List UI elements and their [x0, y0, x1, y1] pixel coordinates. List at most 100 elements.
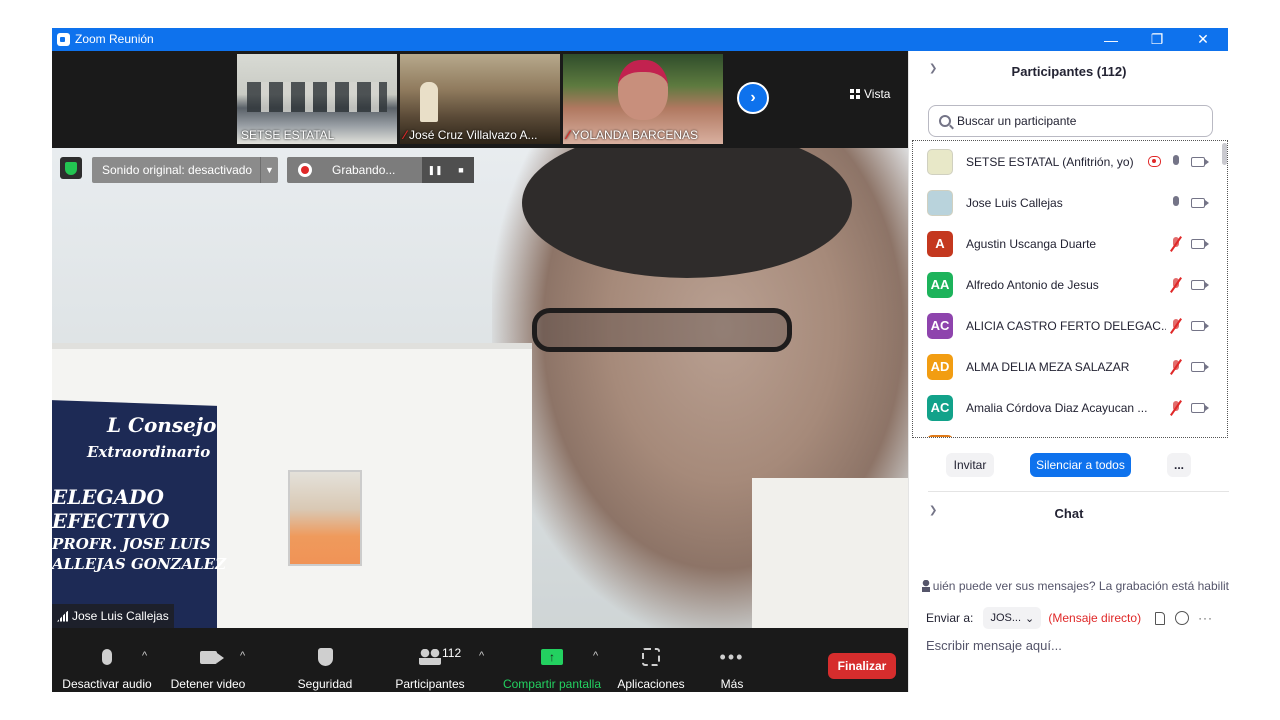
thumbnail-name: SETSE ESTATAL — [241, 128, 335, 142]
more-options-button[interactable]: ... — [1167, 453, 1191, 477]
chat-title: Chat — [1054, 505, 1084, 521]
participants-icon — [419, 649, 441, 665]
participant-search[interactable] — [928, 105, 1213, 137]
invite-button[interactable]: Invitar — [946, 453, 994, 477]
video-thumbnail[interactable]: SETSE ESTATAL — [237, 54, 397, 144]
participant-row[interactable]: A Agustin Uscanga Duarte — [913, 223, 1223, 264]
signal-strength-icon — [57, 610, 68, 622]
chevron-down-icon[interactable]: ❯ — [929, 505, 937, 516]
participant-row[interactable]: AA Alfredo Antonio de Jesus — [913, 264, 1223, 305]
share-screen-icon: ↑ — [541, 649, 563, 665]
close-button[interactable]: ✕ — [1180, 28, 1226, 51]
muted-mic-icon — [1171, 359, 1181, 374]
thumbnail-name: YOLANDA BARCENAS — [572, 128, 699, 142]
mute-audio-button[interactable]: Desactivar audio — [62, 628, 152, 692]
encryption-shield-icon[interactable] — [60, 157, 82, 179]
card-line: L Consejo — [107, 413, 217, 437]
audio-options-chevron-up-icon[interactable]: ^ — [142, 650, 147, 662]
title-bar: Zoom Reunión — ❐ ✕ — [52, 28, 1228, 51]
recipient-select[interactable]: JOS... ⌄ — [983, 607, 1042, 629]
zoom-app-icon — [57, 33, 70, 46]
participant-row[interactable]: AD ALMA DELIA MEZA SALAZAR — [913, 346, 1223, 387]
participants-options-chevron-up-icon[interactable]: ^ — [479, 650, 484, 662]
grid-icon — [850, 89, 860, 99]
send-to-row: Enviar a: JOS... ⌄ (Mensaje directo) ··· — [926, 607, 1226, 629]
participant-row[interactable]: AC ALICIA CASTRO FERTO DELEGAC... — [913, 305, 1223, 346]
microphone-icon — [1171, 195, 1181, 210]
share-screen-button[interactable]: ↑ Compartir pantalla — [500, 628, 604, 692]
next-page-button[interactable]: › — [737, 82, 769, 114]
participant-row[interactable]: SETSE ESTATAL (Anfitrión, yo) — [913, 141, 1223, 182]
participant-name: Amalia Córdova Diaz Acayucan ... — [966, 400, 1148, 415]
video-camera-icon — [1191, 402, 1209, 413]
divider — [928, 491, 1229, 492]
avatar: AA — [927, 271, 953, 298]
view-button[interactable]: Vista — [850, 87, 890, 101]
stop-video-button[interactable]: Detener video — [170, 628, 246, 692]
chat-header: ❯ Chat — [909, 493, 1229, 533]
video-options-chevron-up-icon[interactable]: ^ — [240, 650, 245, 662]
view-label: Vista — [864, 87, 891, 101]
video-thumbnail[interactable]: ⁄ YOLANDA BARCENAS — [563, 54, 723, 144]
thumbnail-strip: SETSE ESTATAL ⁄ José Cruz Villalvazo A...… — [52, 51, 908, 148]
chevron-down-icon: ⌄ — [1025, 612, 1035, 625]
security-button[interactable]: Seguridad — [295, 628, 355, 692]
apps-icon — [642, 648, 660, 666]
video-camera-icon — [1191, 361, 1209, 372]
avatar — [927, 189, 953, 216]
video-camera-icon — [1191, 238, 1209, 249]
video-area: SETSE ESTATAL ⁄ José Cruz Villalvazo A...… — [52, 51, 908, 628]
participants-button[interactable]: 112 Participantes — [392, 628, 468, 692]
apps-button[interactable]: Aplicaciones — [615, 628, 687, 692]
muted-mic-icon — [1171, 400, 1181, 415]
video-person-shirt — [752, 478, 908, 628]
card-line: ALLEJAS GONZALEZ — [52, 555, 227, 573]
participant-search-input[interactable] — [957, 114, 1207, 128]
stop-video-label: Detener video — [170, 677, 246, 691]
mute-all-button[interactable]: Silenciar a todos — [1030, 453, 1131, 477]
emoji-icon[interactable] — [1175, 611, 1190, 625]
muted-mic-icon — [1171, 236, 1181, 251]
participants-label: Participantes — [395, 677, 465, 691]
participants-title: Participantes (112) — [1011, 63, 1127, 79]
chat-message-input[interactable] — [926, 635, 1216, 655]
chat-visibility-notice[interactable]: uién puede ver sus mensajes? La grabació… — [921, 579, 1229, 593]
file-icon[interactable] — [1155, 611, 1166, 625]
restore-button[interactable]: ❐ — [1134, 28, 1180, 51]
avatar: AD — [927, 353, 953, 380]
meeting-toolbar: Desactivar audio ^ Detener video ^ Segur… — [52, 628, 908, 692]
participant-name: Alfredo Antonio de Jesus — [966, 277, 1099, 292]
original-sound-toggle[interactable]: Sonido original: desactivado ▼ — [92, 157, 278, 183]
video-camera-icon — [1191, 279, 1209, 290]
pause-recording-button[interactable]: ❚❚ — [422, 157, 448, 183]
participant-name: SETSE ESTATAL (Anfitrión, yo) — [966, 154, 1134, 169]
chevron-down-icon[interactable]: ❯ — [929, 63, 937, 74]
minimize-button[interactable]: — — [1088, 28, 1134, 51]
video-thumbnail[interactable]: ⁄ José Cruz Villalvazo A... — [400, 54, 560, 144]
more-dots-icon: ••• — [719, 647, 745, 667]
more-dots-icon[interactable]: ··· — [1198, 611, 1213, 625]
participant-name: Agustin Uscanga Duarte — [966, 236, 1097, 251]
muted-mic-icon — [1171, 277, 1181, 292]
speaker-name-label: Jose Luis Callejas — [52, 604, 174, 628]
participant-row[interactable]: AC Amalia Córdova Diaz Acayucan ... — [913, 387, 1223, 428]
avatar: AC — [927, 394, 953, 421]
recording-indicator: Grabando... ❚❚ ■ — [287, 157, 474, 183]
muted-mic-icon: ⁄ — [567, 128, 570, 142]
more-button[interactable]: ••• Más — [714, 628, 750, 692]
share-options-chevron-up-icon[interactable]: ^ — [593, 650, 598, 662]
card-line: PROFR. JOSE LUIS — [52, 535, 211, 553]
security-label: Seguridad — [297, 677, 353, 691]
speaker-name: Jose Luis Callejas — [72, 609, 169, 623]
muted-mic-icon — [1171, 318, 1181, 333]
participant-row[interactable]: Jose Luis Callejas — [913, 182, 1223, 223]
recording-label: Grabando... — [332, 163, 396, 177]
participant-name: ALMA DELIA MEZA SALAZAR — [966, 359, 1130, 374]
mute-audio-label: Desactivar audio — [62, 677, 152, 691]
muted-mic-icon: ⁄ — [404, 128, 407, 142]
chevron-down-icon[interactable]: ▼ — [260, 157, 278, 183]
participant-name: Jose Luis Callejas — [966, 195, 1063, 210]
stop-recording-button[interactable]: ■ — [448, 157, 474, 183]
participants-header: ❯ Participantes (112) — [909, 51, 1229, 91]
end-meeting-button[interactable]: Finalizar — [828, 653, 896, 679]
